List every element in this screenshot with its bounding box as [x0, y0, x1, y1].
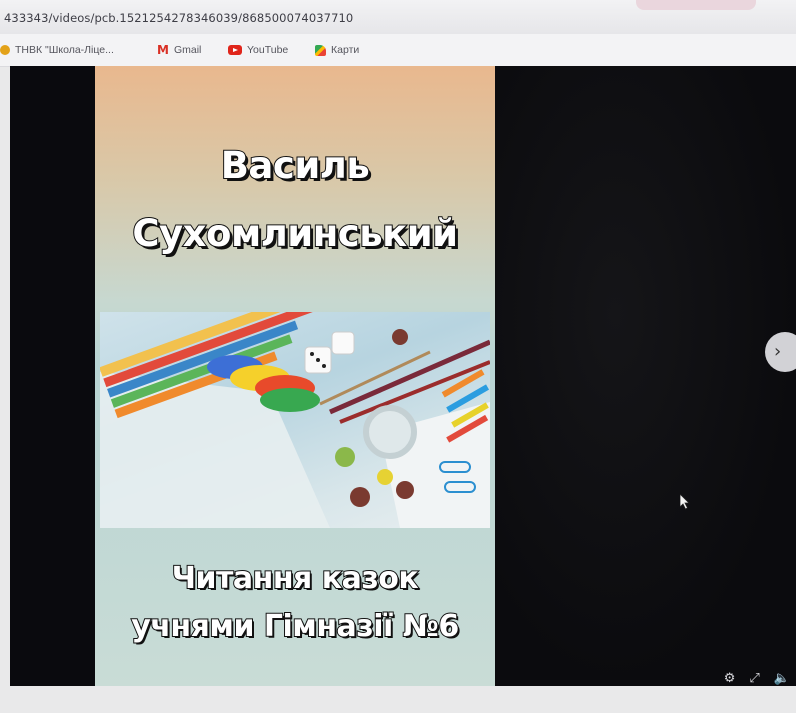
video-player[interactable]: Василь Сухомлинський Читання казок учням…: [10, 66, 796, 686]
bottom-border: [0, 686, 796, 713]
bookmark-label: Карти: [331, 44, 360, 56]
chevron-right-icon: ›: [774, 341, 782, 362]
gmail-icon: M: [157, 43, 169, 57]
video-title-line2: Сухомлинський: [131, 211, 459, 256]
bookmark-youtube[interactable]: YouTube: [228, 43, 288, 57]
fullscreen-icon[interactable]: ⤢: [749, 671, 759, 686]
player-controls: ⚙ ⤢ 🔈: [724, 664, 790, 686]
bookmark-label: Gmail: [173, 44, 202, 56]
bookmarks-bar: ТНВК "Школа-Ліце... M Gmail YouTube Карт…: [0, 34, 796, 67]
stationery-photo: [100, 312, 490, 528]
player-background: [495, 66, 796, 686]
video-caption-line1: Читання казок: [171, 560, 420, 597]
stationery-illustration: [100, 312, 490, 528]
school-icon: [0, 45, 10, 55]
maps-icon: [315, 44, 326, 56]
video-title-line1: Василь: [220, 143, 371, 188]
bookmark-label: YouTube: [247, 44, 289, 56]
bookmark-maps[interactable]: Карти: [315, 43, 359, 57]
video-frame[interactable]: Василь Сухомлинський Читання казок учням…: [95, 66, 495, 686]
youtube-icon: [228, 45, 242, 55]
volume-icon[interactable]: 🔈: [774, 671, 790, 686]
url-text[interactable]: 433343/videos/pcb.1521254278346039/86850…: [4, 11, 353, 25]
bookmark-gmail[interactable]: M Gmail: [157, 43, 201, 57]
video-caption-line2: учнями Гімназії №6: [130, 608, 460, 645]
address-bar[interactable]: 433343/videos/pcb.1521254278346039/86850…: [0, 0, 796, 34]
mouse-cursor-icon: [680, 494, 690, 510]
bookmark-label: ТНВК "Школа-Ліце...: [15, 44, 114, 56]
settings-icon[interactable]: ⚙: [724, 671, 736, 686]
bookmark-school[interactable]: ТНВК "Школа-Ліце...: [0, 43, 114, 57]
window-control-strip: [636, 0, 756, 10]
